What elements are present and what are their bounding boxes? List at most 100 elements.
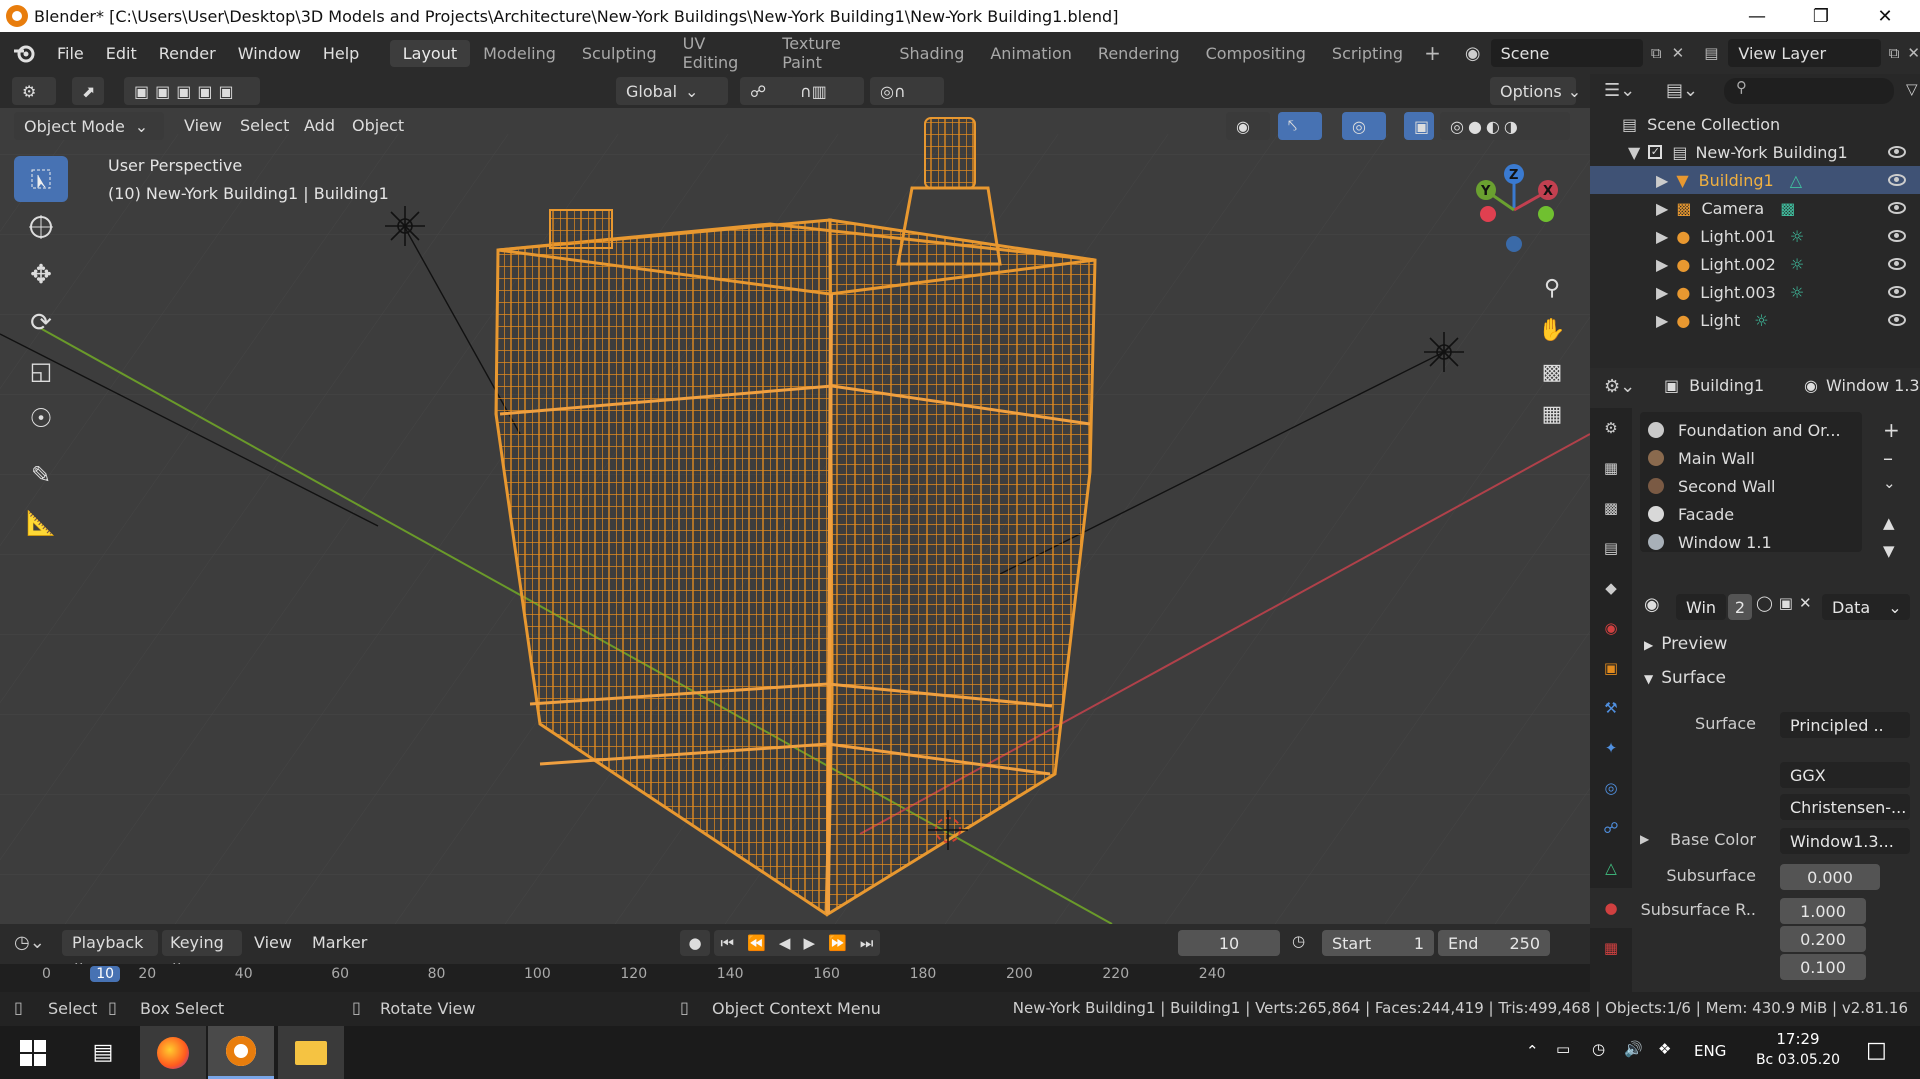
- visibility-eye-icon[interactable]: [1888, 146, 1906, 158]
- tab-modeling[interactable]: Modeling: [470, 40, 569, 67]
- view-layer-icon[interactable]: ▤: [1704, 44, 1718, 62]
- start-frame-field[interactable]: Start 1: [1322, 930, 1434, 956]
- task-view-icon[interactable]: ▤: [70, 1026, 136, 1079]
- preview-range-icon[interactable]: ◷: [1292, 932, 1305, 950]
- volume-icon[interactable]: 🔊: [1624, 1040, 1643, 1058]
- blender-app-icon[interactable]: [208, 1026, 274, 1079]
- gizmo-toggle-icon[interactable]: ⤣: [1278, 112, 1322, 140]
- clock-time[interactable]: 17:29: [1768, 1030, 1828, 1048]
- cursor-tool-icon[interactable]: [14, 204, 68, 250]
- shading-mode-icons[interactable]: ◎●◐◑: [1440, 112, 1570, 140]
- scale-tool-icon[interactable]: ◱: [14, 348, 68, 394]
- menu-add[interactable]: Add: [304, 116, 335, 135]
- jump-start-icon[interactable]: ⏮: [721, 934, 735, 952]
- properties-editor-icon[interactable]: ⚙⌄: [1604, 376, 1635, 397]
- expand-arrow-icon[interactable]: ▶: [1656, 171, 1668, 190]
- scene-icon[interactable]: ◉: [1465, 43, 1481, 64]
- visibility-eye-icon[interactable]: [1888, 174, 1906, 186]
- notifications-icon[interactable]: □: [1866, 1038, 1887, 1063]
- distribution-dropdown[interactable]: GGX: [1780, 762, 1910, 788]
- mode-dropdown[interactable]: Object Mode ⌄: [14, 112, 164, 140]
- menu-edit[interactable]: Edit: [95, 44, 148, 63]
- move-up-icon[interactable]: ▲: [1883, 514, 1895, 532]
- tab-texture-paint[interactable]: Texture Paint: [769, 30, 886, 76]
- timeline-frame-ruler[interactable]: 0 10 20 40 60 80 100 120 140 160 180 200 220 240: [0, 964, 1590, 992]
- proportional-editing-icon[interactable]: ◎∩: [870, 77, 944, 105]
- material-users-count[interactable]: 2: [1728, 594, 1752, 620]
- move-down-icon[interactable]: ▼: [1883, 542, 1895, 560]
- outliner-item-collection[interactable]: ▼ ✓ ▤ New-York Building1: [1590, 138, 1920, 166]
- dropbox-icon[interactable]: ❖: [1658, 1040, 1671, 1058]
- texture-tab-icon[interactable]: ▦: [1590, 928, 1632, 968]
- scene-selector[interactable]: Scene: [1490, 39, 1643, 67]
- menu-object[interactable]: Object: [352, 116, 404, 135]
- light-data-icon[interactable]: ☼: [1790, 227, 1804, 246]
- visibility-eye-icon[interactable]: [1888, 202, 1906, 214]
- light-data-icon[interactable]: ☼: [1790, 283, 1804, 302]
- transform-tool-icon[interactable]: ☉: [14, 396, 68, 442]
- output-tab-icon[interactable]: ▩: [1590, 488, 1632, 528]
- light-data-icon[interactable]: ☼: [1790, 255, 1804, 274]
- outliner-search-input[interactable]: ⚲: [1724, 78, 1894, 104]
- material-browse-icon[interactable]: ◉: [1644, 594, 1672, 622]
- show-hidden-icons-icon[interactable]: ⌃: [1526, 1042, 1539, 1060]
- jump-end-icon[interactable]: ⏭: [860, 934, 874, 952]
- play-reverse-icon[interactable]: ◀: [779, 934, 791, 952]
- navigation-gizmo[interactable]: Z X Y: [1464, 160, 1564, 260]
- outliner-item-camera[interactable]: ▶ ▩ Camera ▩: [1590, 194, 1920, 222]
- wifi-icon[interactable]: ◷: [1592, 1040, 1605, 1058]
- remove-slot-icon[interactable]: –: [1883, 446, 1893, 470]
- delete-scene-icon[interactable]: ✕: [1672, 44, 1685, 62]
- clock-date[interactable]: Вс 03.05.20: [1750, 1052, 1846, 1068]
- modifiers-tab-icon[interactable]: ⚒: [1590, 688, 1632, 728]
- base-color-expand-icon[interactable]: ▶: [1640, 832, 1649, 846]
- menu-window[interactable]: Window: [227, 44, 312, 63]
- subsurface-radius-x-field[interactable]: 1.000: [1780, 898, 1866, 924]
- visibility-eye-icon[interactable]: [1888, 230, 1906, 242]
- constraints-tab-icon[interactable]: ☍: [1590, 808, 1632, 848]
- blender-menu-icon[interactable]: [12, 43, 36, 63]
- playback-controls[interactable]: ⏮ ⏪ ◀ ▶ ⏩ ⏭: [714, 930, 880, 956]
- collapse-arrow-icon[interactable]: ▼: [1628, 143, 1640, 162]
- tab-compositing[interactable]: Compositing: [1193, 40, 1319, 67]
- camera-data-icon[interactable]: ▩: [1780, 199, 1795, 218]
- file-explorer-app-icon[interactable]: [278, 1026, 344, 1079]
- subsurface-radius-z-field[interactable]: 0.100: [1780, 954, 1866, 980]
- tab-sculpting[interactable]: Sculpting: [569, 40, 670, 67]
- material-slot-facade[interactable]: Facade: [1648, 500, 1734, 528]
- add-workspace-icon[interactable]: +: [1424, 41, 1441, 65]
- camera-view-icon[interactable]: ▩: [1534, 360, 1570, 396]
- outliner-item-light-002[interactable]: ▶ ● Light.002 ☼: [1590, 250, 1920, 278]
- tab-animation[interactable]: Animation: [977, 40, 1085, 67]
- playback-menu[interactable]: Playback ⌄: [62, 930, 158, 971]
- visibility-eye-icon[interactable]: [1888, 314, 1906, 326]
- physics-tab-icon[interactable]: ◎: [1590, 768, 1632, 808]
- start-button[interactable]: [0, 1026, 66, 1079]
- record-button[interactable]: ●: [680, 930, 710, 956]
- 3d-viewport[interactable]: User Perspective (10) New-York Building1…: [0, 74, 1590, 924]
- tool-settings-tab-icon[interactable]: ⚙: [1590, 408, 1632, 448]
- render-tab-icon[interactable]: ▦: [1590, 448, 1632, 488]
- surface-panel-header[interactable]: ▼ Surface: [1644, 668, 1726, 688]
- outliner-item-light-001[interactable]: ▶ ● Light.001 ☼: [1590, 222, 1920, 250]
- close-button[interactable]: ✕: [1854, 0, 1916, 32]
- select-box-tool-icon[interactable]: [14, 156, 68, 202]
- base-color-field[interactable]: Window1.3...: [1780, 828, 1910, 854]
- menu-render[interactable]: Render: [148, 44, 227, 63]
- menu-help[interactable]: Help: [312, 44, 370, 63]
- material-slot-main-wall[interactable]: Main Wall: [1648, 444, 1755, 472]
- editor-type-icon[interactable]: ⚙: [12, 77, 56, 105]
- visibility-eye-icon[interactable]: [1888, 286, 1906, 298]
- timeline-view-menu[interactable]: View: [254, 933, 292, 952]
- transform-orientation-dropdown[interactable]: Global ⌄: [616, 77, 728, 105]
- material-slot-foundation[interactable]: Foundation and Or...: [1648, 416, 1841, 444]
- pan-hand-icon[interactable]: ✋: [1534, 318, 1570, 354]
- view-layer-tab-icon[interactable]: ▤: [1590, 528, 1632, 568]
- marker-menu[interactable]: Marker: [312, 933, 367, 952]
- new-scene-icon[interactable]: ⧉: [1651, 44, 1662, 62]
- language-indicator[interactable]: ENG: [1694, 1042, 1726, 1060]
- material-slot-second-wall[interactable]: Second Wall: [1648, 472, 1775, 500]
- snap-icon[interactable]: ∩▥: [790, 77, 864, 105]
- preview-panel-header[interactable]: ▶ Preview: [1644, 634, 1727, 654]
- mesh-data-icon[interactable]: △: [1790, 171, 1802, 190]
